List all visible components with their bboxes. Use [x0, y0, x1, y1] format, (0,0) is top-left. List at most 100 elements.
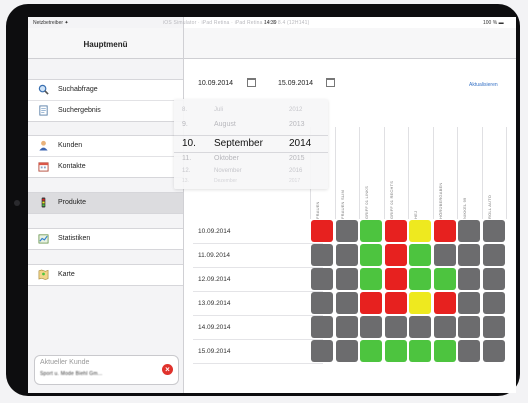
status-cell-gray[interactable]: [482, 268, 505, 290]
date-from-field[interactable]: 10.09.2014: [198, 80, 233, 87]
status-cell-gray[interactable]: [311, 316, 333, 338]
status-cell-red[interactable]: [384, 244, 407, 266]
status-cell-green[interactable]: [433, 268, 456, 290]
status-cell-green[interactable]: [409, 340, 431, 362]
status-bar: Netzbetreiber ✦ 14:39 100 % ▬: [28, 17, 516, 28]
clear-customer-button[interactable]: ×: [162, 364, 173, 375]
picker-column-years[interactable]: 2011 2012 2013 2014 2015 2016 2017: [289, 99, 324, 189]
picker-option[interactable]: 2011: [289, 99, 300, 101]
calendar-icon[interactable]: [247, 78, 256, 87]
picker-option[interactable]: Oktober: [214, 155, 239, 162]
column-header: FRAUEN SLIM: [336, 127, 359, 219]
status-cell-green[interactable]: [360, 244, 382, 266]
picker-option[interactable]: 12.: [182, 168, 190, 174]
current-customer-box[interactable]: Aktueller Kunde Sport u. Mode Biehl Gm..…: [34, 355, 179, 385]
status-cell-gray[interactable]: [409, 316, 431, 338]
picker-option[interactable]: August: [214, 121, 236, 128]
sidebar-item-label: Karte: [58, 271, 75, 278]
sidebar-item-karte[interactable]: Karte: [28, 265, 183, 285]
picker-option[interactable]: 11.: [182, 155, 191, 162]
main-header: [184, 28, 516, 59]
picker-option[interactable]: Dezember: [214, 178, 237, 184]
status-cell-green[interactable]: [409, 244, 431, 266]
status-cell-green[interactable]: [433, 340, 456, 362]
status-cell-gray[interactable]: [458, 340, 480, 362]
row-divider: [193, 267, 323, 268]
status-cell-red[interactable]: [384, 292, 407, 314]
status-cell-gray[interactable]: [433, 244, 456, 266]
picker-option[interactable]: 8.: [182, 107, 187, 113]
row-divider: [193, 315, 323, 316]
sidebar-item-suchabfrage[interactable]: Suchabfrage: [28, 80, 183, 100]
sidebar: Hauptmenü Suchabfrage Suchergebnis Kunde…: [28, 17, 184, 393]
sidebar-item-produkte[interactable]: Produkte: [28, 193, 183, 213]
picker-selected-month[interactable]: September: [214, 138, 263, 149]
status-cell-red[interactable]: [384, 220, 407, 242]
status-cell-gray[interactable]: [482, 244, 505, 266]
status-cell-gray[interactable]: [458, 244, 480, 266]
sidebar-item-statistiken[interactable]: Statistiken: [28, 229, 183, 249]
status-cell-yellow[interactable]: [409, 292, 431, 314]
sidebar-item-kunden[interactable]: Kunden: [28, 136, 183, 156]
status-cell-yellow[interactable]: [409, 220, 431, 242]
column-header: HÖRÜBERGABEN: [434, 127, 457, 219]
picker-option[interactable]: 9.: [182, 121, 188, 128]
status-cell-gray[interactable]: [335, 220, 358, 242]
picker-option[interactable]: 7.: [182, 99, 186, 101]
status-cell-red[interactable]: [311, 220, 333, 242]
picker-selected-year[interactable]: 2014: [289, 138, 311, 149]
status-cell-gray[interactable]: [335, 292, 358, 314]
status-cell-gray[interactable]: [433, 316, 456, 338]
picker-option[interactable]: 2012: [289, 107, 302, 113]
status-cell-gray[interactable]: [482, 316, 505, 338]
sidebar-item-kontakte[interactable]: Kontakte: [28, 156, 183, 177]
picker-option[interactable]: Juli: [214, 107, 223, 113]
picker-column-months[interactable]: Juni Juli August September Oktober November De…: [214, 99, 294, 189]
status-cell-green[interactable]: [409, 268, 431, 290]
status-cell-gray[interactable]: [360, 316, 382, 338]
picker-option[interactable]: November: [214, 168, 242, 174]
status-cell-red[interactable]: [360, 292, 382, 314]
status-cell-gray[interactable]: [458, 268, 480, 290]
status-cell-gray[interactable]: [335, 316, 358, 338]
calendar-icon[interactable]: [326, 78, 335, 87]
status-cell-red[interactable]: [384, 268, 407, 290]
sidebar-item-label: Kunden: [58, 142, 83, 149]
picker-option[interactable]: 2017: [289, 178, 300, 184]
status-cell-red[interactable]: [433, 220, 456, 242]
picker-option[interactable]: 2016: [289, 168, 302, 174]
status-cell-gray[interactable]: [458, 316, 480, 338]
status-cell-red[interactable]: [433, 292, 456, 314]
status-cell-green[interactable]: [360, 340, 382, 362]
status-cell-gray[interactable]: [458, 292, 480, 314]
status-cell-gray[interactable]: [482, 340, 505, 362]
status-cell-gray[interactable]: [482, 292, 505, 314]
status-cell-gray[interactable]: [311, 244, 333, 266]
status-cell-green[interactable]: [360, 220, 382, 242]
picker-option[interactable]: 2015: [289, 155, 305, 162]
status-cell-gray[interactable]: [335, 340, 358, 362]
picker-column-days[interactable]: 7. 8. 9. 10. 11. 12. 13.: [182, 99, 212, 189]
date-to-field[interactable]: 15.09.2014: [278, 80, 313, 87]
status-cell-gray[interactable]: [384, 316, 407, 338]
status-cell-green[interactable]: [360, 268, 382, 290]
status-cell-gray[interactable]: [311, 268, 333, 290]
date-picker[interactable]: 7. 8. 9. 10. 11. 12. 13. Juni Juli August Septembe…: [174, 99, 328, 189]
picker-selected-day[interactable]: 10.: [182, 138, 196, 149]
picker-option[interactable]: 2013: [289, 121, 305, 128]
status-cell-gray[interactable]: [335, 268, 358, 290]
column-header-label: NIKKEL 99: [462, 197, 467, 219]
status-cell-gray[interactable]: [335, 244, 358, 266]
status-cell-green[interactable]: [384, 340, 407, 362]
sidebar-title: Hauptmenü: [83, 40, 128, 49]
column-header-label: GRIFF 01 RECHTS: [388, 180, 394, 219]
status-cell-gray[interactable]: [482, 220, 505, 242]
picker-option[interactable]: Juni: [214, 99, 223, 101]
picker-option[interactable]: 13.: [182, 178, 189, 184]
status-cell-gray[interactable]: [458, 220, 480, 242]
refresh-button[interactable]: Aktualisieren: [469, 82, 498, 88]
status-cell-gray[interactable]: [311, 340, 333, 362]
sidebar-item-suchergebnis[interactable]: Suchergebnis: [28, 100, 183, 121]
app-screen: Hauptmenü Suchabfrage Suchergebnis Kunde…: [28, 17, 516, 393]
status-cell-gray[interactable]: [311, 292, 333, 314]
